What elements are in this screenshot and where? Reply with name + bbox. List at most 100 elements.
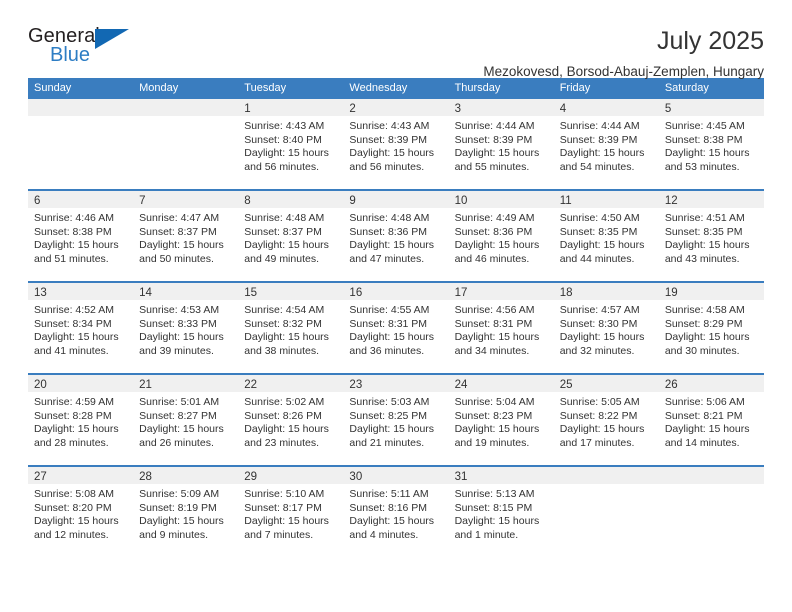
sunrise-text: Sunrise: 5:02 AM — [244, 396, 325, 408]
calendar-day-cell-25[interactable]: 25 Sunrise: 5:05 AM Sunset: 8:22 PM Dayligh… — [553, 375, 659, 465]
day-details: Sunrise: 4:54 AM Sunset: 8:32 PM Daylight:… — [238, 300, 343, 358]
calendar-day-cell-17[interactable]: 17 Sunrise: 4:56 AM Sunset: 8:31 PM Dayligh… — [448, 283, 554, 373]
calendar-day-cell-18[interactable]: 18 Sunrise: 4:57 AM Sunset: 8:30 PM Dayligh… — [553, 283, 659, 373]
sunset-text: Sunset: 8:34 PM — [34, 317, 112, 330]
daylight-text: Daylight: 15 hours — [244, 515, 329, 528]
daylight-text: and 49 minutes. — [244, 252, 319, 265]
day-number: 26 — [664, 379, 678, 391]
weekday-header-sunday: Sunday — [34, 82, 72, 94]
calendar-day-cell-empty — [553, 467, 659, 557]
day-details: Sunrise: 4:44 AM Sunset: 8:39 PM Daylight:… — [449, 116, 554, 174]
calendar-day-cell-28[interactable]: 28 Sunrise: 5:09 AM Sunset: 8:19 PM Dayligh… — [133, 467, 239, 557]
calendar-day-cell-31[interactable]: 31 Sunrise: 5:13 AM Sunset: 8:15 PM Dayligh… — [448, 467, 554, 557]
day-number-strip: 21 — [133, 375, 239, 392]
calendar-day-cell-24[interactable]: 24 Sunrise: 5:04 AM Sunset: 8:23 PM Dayligh… — [448, 375, 554, 465]
day-number: 5 — [664, 103, 672, 115]
page-header: General Blue July 2025 Mezokovesd, Borso… — [28, 0, 764, 79]
calendar-day-cell-8[interactable]: 8 Sunrise: 4:48 AM Sunset: 8:37 PM Daylight… — [238, 191, 344, 281]
calendar-day-cell-6[interactable]: 6 Sunrise: 4:46 AM Sunset: 8:38 PM Daylight… — [28, 191, 134, 281]
day-details: Sunrise: 5:03 AM Sunset: 8:25 PM Daylight:… — [343, 392, 448, 450]
calendar-day-cell-19[interactable]: 19 Sunrise: 4:58 AM Sunset: 8:29 PM Dayligh… — [658, 283, 764, 373]
day-number: 14 — [139, 287, 152, 299]
day-number: 17 — [454, 287, 468, 299]
day-details: Sunrise: 4:45 AM Sunset: 8:38 PM Daylight:… — [659, 116, 764, 174]
calendar-day-cell-7[interactable]: 7 Sunrise: 4:47 AM Sunset: 8:37 PM Daylight… — [133, 191, 239, 281]
calendar-day-cell-30[interactable]: 30 Sunrise: 5:11 AM Sunset: 8:16 PM Dayligh… — [343, 467, 449, 557]
day-number: 19 — [664, 287, 678, 299]
weekday-header-friday: Friday — [559, 82, 591, 94]
calendar-day-cell-empty — [658, 467, 764, 557]
sunset-text: Sunset: 8:22 PM — [559, 409, 638, 422]
calendar-day-cell-23[interactable]: 23 Sunrise: 5:03 AM Sunset: 8:25 PM Dayligh… — [343, 375, 449, 465]
calendar-day-cell-27[interactable]: 27 Sunrise: 5:08 AM Sunset: 8:20 PM Dayligh… — [28, 467, 134, 557]
calendar-day-cell-3[interactable]: 3 Sunrise: 4:44 AM Sunset: 8:39 PM Daylight… — [448, 99, 554, 189]
day-details — [554, 484, 659, 488]
daylight-text: and 4 minutes. — [349, 528, 419, 541]
calendar-day-cell-26[interactable]: 26 Sunrise: 5:06 AM Sunset: 8:21 PM Dayligh… — [658, 375, 764, 465]
sunset-text: Sunset: 8:40 PM — [244, 133, 322, 146]
sunrise-text: Sunrise: 4:48 AM — [244, 212, 325, 224]
day-details: Sunrise: 4:43 AM Sunset: 8:40 PM Daylight:… — [238, 116, 343, 174]
daylight-text: and 1 minute. — [454, 528, 519, 541]
day-number: 23 — [349, 379, 363, 391]
calendar-day-cell-10[interactable]: 10 Sunrise: 4:49 AM Sunset: 8:36 PM Dayligh… — [448, 191, 554, 281]
day-number-strip: 9 — [343, 191, 449, 208]
day-details: Sunrise: 4:46 AM Sunset: 8:38 PM Daylight:… — [28, 208, 133, 266]
calendar-day-cell-1[interactable]: 1 Sunrise: 4:43 AM Sunset: 8:40 PM Daylight… — [238, 99, 344, 189]
day-number: 12 — [664, 195, 678, 207]
daylight-text: Daylight: 15 hours — [349, 239, 435, 252]
day-details: Sunrise: 5:10 AM Sunset: 8:17 PM Daylight:… — [238, 484, 343, 542]
day-details: Sunrise: 5:04 AM Sunset: 8:23 PM Daylight:… — [449, 392, 554, 450]
sunset-text: Sunset: 8:25 PM — [349, 409, 428, 422]
calendar-day-cell-14[interactable]: 14 Sunrise: 4:53 AM Sunset: 8:33 PM Dayligh… — [133, 283, 239, 373]
day-number: 16 — [349, 287, 363, 299]
calendar-day-cell-12[interactable]: 12 Sunrise: 4:51 AM Sunset: 8:35 PM Dayligh… — [658, 191, 764, 281]
general-blue-logo[interactable]: General Blue — [28, 26, 148, 74]
calendar-day-cell-22[interactable]: 22 Sunrise: 5:02 AM Sunset: 8:26 PM Dayligh… — [238, 375, 344, 465]
daylight-text: Daylight: 15 hours — [34, 331, 119, 344]
day-details: Sunrise: 4:57 AM Sunset: 8:30 PM Daylight:… — [554, 300, 659, 358]
sunrise-text: Sunrise: 5:01 AM — [139, 396, 220, 408]
sunrise-text: Sunrise: 4:48 AM — [349, 212, 430, 224]
calendar-day-cell-29[interactable]: 29 Sunrise: 5:10 AM Sunset: 8:17 PM Dayligh… — [238, 467, 344, 557]
calendar-day-cell-13[interactable]: 13 Sunrise: 4:52 AM Sunset: 8:34 PM Dayligh… — [28, 283, 134, 373]
calendar-day-cell-20[interactable]: 20 Sunrise: 4:59 AM Sunset: 8:28 PM Dayligh… — [28, 375, 134, 465]
sunrise-text: Sunrise: 4:52 AM — [34, 304, 114, 316]
sunrise-text: Sunrise: 4:56 AM — [454, 304, 535, 316]
daylight-text: Daylight: 15 hours — [34, 423, 119, 436]
day-number-strip: 14 — [133, 283, 239, 300]
calendar-day-cell-15[interactable]: 15 Sunrise: 4:54 AM Sunset: 8:32 PM Dayligh… — [238, 283, 344, 373]
day-number-strip: 8 — [238, 191, 344, 208]
day-number: 8 — [244, 195, 251, 207]
calendar-day-cell-2[interactable]: 2 Sunrise: 4:43 AM Sunset: 8:39 PM Daylight… — [343, 99, 449, 189]
day-number-strip: 3 — [448, 99, 554, 116]
day-details: Sunrise: 4:48 AM Sunset: 8:37 PM Daylight:… — [238, 208, 343, 266]
calendar-day-cell-11[interactable]: 11 Sunrise: 4:50 AM Sunset: 8:35 PM Dayligh… — [553, 191, 659, 281]
sunset-text: Sunset: 8:36 PM — [349, 225, 428, 238]
daylight-text: Daylight: 15 hours — [454, 515, 540, 528]
day-number-strip: 13 — [28, 283, 134, 300]
daylight-text: and 36 minutes. — [349, 344, 425, 357]
calendar-day-cell-9[interactable]: 9 Sunrise: 4:48 AM Sunset: 8:36 PM Daylight… — [343, 191, 449, 281]
day-details: Sunrise: 4:49 AM Sunset: 8:36 PM Daylight:… — [449, 208, 554, 266]
title-block: July 2025 Mezokovesd, Borsod-Abauj-Zempl… — [483, 26, 764, 80]
day-details: Sunrise: 4:43 AM Sunset: 8:39 PM Daylight:… — [343, 116, 448, 174]
page-subtitle: Mezokovesd, Borsod-Abauj-Zemplen, Hungar… — [483, 64, 764, 80]
day-details: Sunrise: 4:56 AM Sunset: 8:31 PM Daylight:… — [449, 300, 554, 358]
day-number-strip — [28, 99, 134, 116]
daylight-text: and 54 minutes. — [559, 160, 635, 173]
sunrise-text: Sunrise: 4:49 AM — [454, 212, 535, 224]
calendar-day-cell-16[interactable]: 16 Sunrise: 4:55 AM Sunset: 8:31 PM Dayligh… — [343, 283, 449, 373]
calendar-day-cell-empty — [133, 99, 239, 189]
calendar-day-cell-21[interactable]: 21 Sunrise: 5:01 AM Sunset: 8:27 PM Dayligh… — [133, 375, 239, 465]
daylight-text: Daylight: 15 hours — [139, 331, 224, 344]
sunset-text: Sunset: 8:15 PM — [454, 501, 533, 514]
day-details — [133, 116, 238, 120]
sunrise-text: Sunrise: 5:06 AM — [664, 396, 745, 408]
calendar-day-cell-5[interactable]: 5 Sunrise: 4:45 AM Sunset: 8:38 PM Daylight… — [658, 99, 764, 189]
day-number: 21 — [139, 379, 152, 391]
sunrise-text: Sunrise: 4:45 AM — [664, 120, 745, 132]
calendar-day-cell-4[interactable]: 4 Sunrise: 4:44 AM Sunset: 8:39 PM Daylight… — [553, 99, 659, 189]
calendar-week-row: 27 Sunrise: 5:08 AM Sunset: 8:20 PM Dayligh… — [28, 465, 764, 557]
day-number: 4 — [559, 103, 567, 115]
